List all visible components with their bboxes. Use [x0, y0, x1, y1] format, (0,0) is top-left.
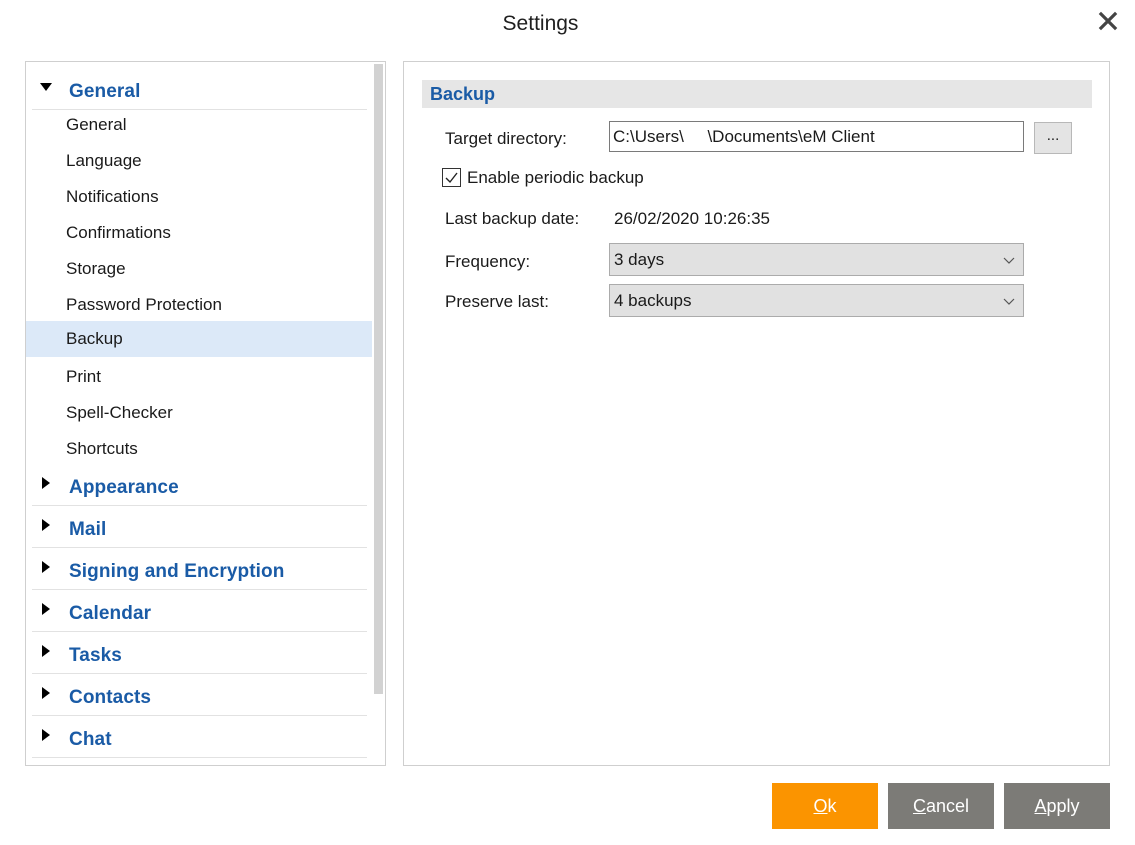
nav-item-print[interactable]: Print	[26, 359, 372, 395]
nav-group-contacts[interactable]: Contacts	[32, 674, 367, 716]
frequency-label: Frequency:	[445, 252, 531, 271]
ok-accelerator: O	[813, 796, 828, 816]
nav-item-label: General	[66, 115, 127, 134]
dialog-title: Settings	[502, 12, 579, 35]
browse-button[interactable]: ...	[1034, 122, 1072, 154]
target-directory-input[interactable]: C:\Users\ \Documents\eM Client	[609, 121, 1024, 152]
nav-item-password-protection[interactable]: Password Protection	[26, 287, 372, 323]
enable-periodic-backup-checkbox[interactable]	[442, 168, 461, 187]
ok-label: k	[827, 796, 837, 816]
collapsed-triangle-icon	[42, 687, 50, 699]
nav-item-general[interactable]: General	[26, 107, 372, 143]
nav-item-storage[interactable]: Storage	[26, 251, 372, 287]
nav-item-label: Notifications	[66, 187, 159, 206]
nav-item-label: Language	[66, 151, 142, 170]
nav-group-appearance[interactable]: Appearance	[32, 464, 367, 506]
nav-group-signing-and-encryption[interactable]: Signing and Encryption	[32, 548, 367, 590]
nav-item-notifications[interactable]: Notifications	[26, 179, 372, 215]
settings-navigation: General General Language Notifications C…	[25, 61, 386, 766]
collapsed-triangle-icon	[42, 729, 50, 741]
nav-group-label: Contacts	[69, 687, 152, 708]
cancel-button[interactable]: Cancel	[888, 783, 994, 829]
cancel-label: ancel	[925, 796, 970, 816]
collapsed-triangle-icon	[42, 519, 50, 531]
nav-group-label: Tasks	[69, 645, 122, 666]
frequency-value: 3 days	[614, 250, 665, 269]
collapsed-triangle-icon	[42, 645, 50, 657]
collapsed-triangle-icon	[42, 477, 50, 489]
nav-item-shortcuts[interactable]: Shortcuts	[26, 431, 372, 467]
nav-group-calendar[interactable]: Calendar	[32, 590, 367, 632]
close-icon	[1098, 11, 1118, 31]
nav-item-label: Backup	[66, 329, 123, 348]
nav-group-label: Appearance	[69, 477, 179, 498]
nav-group-chat[interactable]: Chat	[32, 716, 367, 758]
nav-item-spell-checker[interactable]: Spell-Checker	[26, 395, 372, 431]
preserve-last-value: 4 backups	[614, 291, 692, 310]
nav-item-language[interactable]: Language	[26, 143, 372, 179]
enable-periodic-backup-label[interactable]: Enable periodic backup	[467, 168, 644, 188]
nav-group-general[interactable]: General	[32, 68, 367, 110]
nav-group-label: Mail	[69, 519, 107, 540]
backup-settings-panel: Backup Target directory: C:\Users\ \Docu…	[403, 61, 1110, 766]
nav-item-label: Shortcuts	[66, 439, 138, 458]
nav-group-label: Chat	[69, 729, 112, 750]
nav-group-mail[interactable]: Mail	[32, 506, 367, 548]
apply-accelerator: A	[1034, 796, 1047, 816]
nav-item-label: Storage	[66, 259, 126, 278]
last-backup-date-value: 26/02/2020 10:26:35	[614, 209, 770, 228]
checkmark-icon	[445, 172, 458, 184]
target-directory-label: Target directory:	[445, 129, 567, 148]
chevron-down-icon	[1003, 257, 1015, 264]
close-button[interactable]	[1096, 9, 1120, 33]
nav-group-label: Signing and Encryption	[69, 561, 285, 582]
chevron-down-icon	[1003, 298, 1015, 305]
nav-group-label: Calendar	[69, 603, 152, 624]
preserve-last-select[interactable]: 4 backups	[609, 284, 1024, 317]
nav-item-backup[interactable]: Backup	[26, 321, 372, 357]
collapsed-triangle-icon	[42, 561, 50, 573]
nav-item-confirmations[interactable]: Confirmations	[26, 215, 372, 251]
preserve-last-label: Preserve last:	[445, 292, 549, 311]
cancel-accelerator: C	[912, 796, 926, 816]
apply-button[interactable]: Apply	[1004, 783, 1110, 829]
apply-label: pply	[1046, 796, 1080, 816]
expanded-triangle-icon	[40, 83, 52, 91]
frequency-select[interactable]: 3 days	[609, 243, 1024, 276]
nav-group-label: General	[69, 81, 141, 102]
nav-item-label: Confirmations	[66, 223, 171, 242]
collapsed-triangle-icon	[42, 603, 50, 615]
navigation-scrollbar[interactable]	[374, 64, 383, 694]
nav-item-label: Print	[66, 367, 101, 386]
section-header: Backup	[422, 80, 1092, 108]
last-backup-date-label: Last backup date:	[445, 209, 580, 228]
nav-item-label: Spell-Checker	[66, 403, 173, 422]
nav-group-tasks[interactable]: Tasks	[32, 632, 367, 674]
section-title: Backup	[430, 84, 496, 104]
nav-item-label: Password Protection	[66, 295, 222, 314]
ok-button[interactable]: Ok	[772, 783, 878, 829]
